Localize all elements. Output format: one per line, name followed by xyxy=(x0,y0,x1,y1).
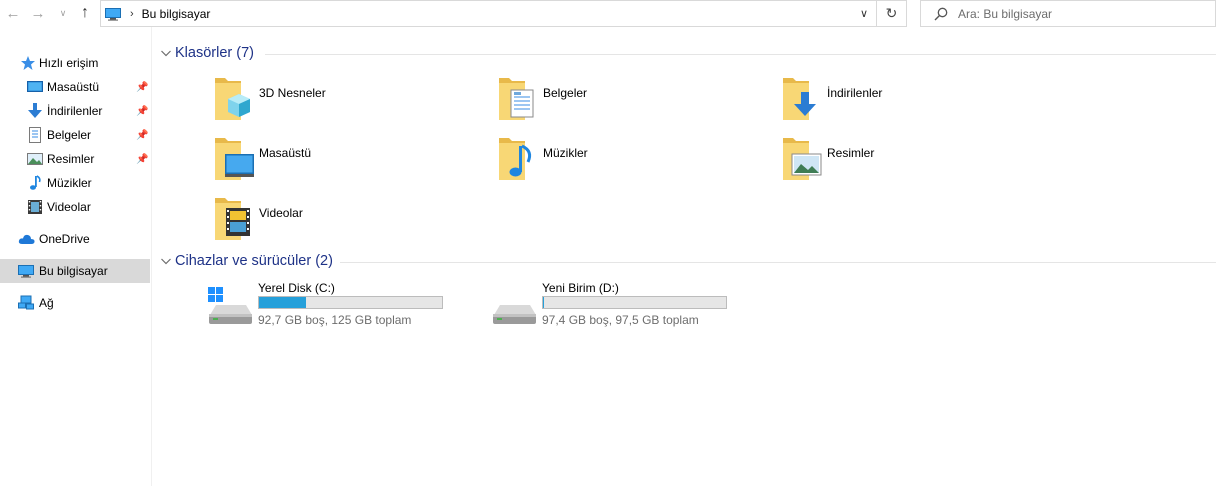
sidebar-item-pictures[interactable]: Resimler 📌 xyxy=(0,147,150,171)
sidebar-item-label: Belgeler xyxy=(47,128,92,142)
folder-label: Masaüstü xyxy=(259,146,312,160)
pictures-folder-icon xyxy=(783,136,823,184)
sidebar-item-label: Resimler xyxy=(47,152,95,166)
drive-usage-bar xyxy=(258,296,443,309)
arrow-up-icon: ↑ xyxy=(81,4,89,21)
drive-usage-bar xyxy=(542,296,727,309)
chevron-down-icon xyxy=(160,255,172,267)
recent-locations-button[interactable]: ∨ xyxy=(56,3,70,23)
sidebar-item-label: Videolar xyxy=(47,200,91,214)
sidebar-item-videos[interactable]: Videolar xyxy=(0,195,150,219)
sidebar-item-label: Hızlı erişim xyxy=(39,56,99,70)
sidebar-item-onedrive[interactable]: OneDrive xyxy=(0,227,150,251)
arrow-left-icon: ← xyxy=(5,4,21,22)
system-drive-icon xyxy=(208,287,254,325)
drive-free-space: 92,7 GB boş, 125 GB toplam xyxy=(258,313,412,327)
pictures-icon xyxy=(27,151,43,167)
drive-name: Yerel Disk (C:) xyxy=(258,281,335,295)
sidebar-item-desktop[interactable]: Masaüstü 📌 xyxy=(0,75,150,99)
chevron-down-icon: ∨ xyxy=(59,7,67,18)
chevron-down-icon xyxy=(160,47,172,59)
computer-icon xyxy=(105,7,121,21)
3d-objects-folder-icon xyxy=(215,76,255,124)
drive-free-space: 97,4 GB boş, 97,5 GB toplam xyxy=(542,313,699,327)
download-icon xyxy=(27,103,43,119)
folder-label: İndirilenler xyxy=(827,86,883,100)
drive-d[interactable]: Yeni Birim (D:) 97,4 GB boş, 97,5 GB top… xyxy=(492,281,752,329)
group-divider xyxy=(340,262,1216,263)
chevron-down-icon: ∨ xyxy=(859,8,869,20)
video-icon xyxy=(27,199,43,215)
folder-downloads[interactable]: İndirilenler xyxy=(783,76,1043,128)
star-icon xyxy=(20,55,36,71)
folder-label: 3D Nesneler xyxy=(259,86,326,100)
forward-button[interactable]: → xyxy=(27,3,49,23)
drive-icon xyxy=(492,287,538,325)
navigation-pane: Hızlı erişim Masaüstü 📌 İndirilenler 📌 B… xyxy=(0,27,152,486)
back-button[interactable]: ← xyxy=(2,3,24,23)
sidebar-item-label: Müzikler xyxy=(47,176,92,190)
cloud-icon xyxy=(18,231,35,247)
sidebar-item-downloads[interactable]: İndirilenler 📌 xyxy=(0,99,150,123)
breadcrumb-chevron-icon[interactable]: › xyxy=(130,8,134,20)
sidebar-item-label: İndirilenler xyxy=(47,104,103,118)
folder-pictures[interactable]: Resimler xyxy=(783,136,1043,188)
folder-documents[interactable]: Belgeler xyxy=(499,76,759,128)
sidebar-item-label: Masaüstü xyxy=(47,80,100,94)
videos-folder-icon xyxy=(215,196,255,244)
arrow-right-icon: → xyxy=(30,4,46,22)
pin-icon[interactable]: 📌 xyxy=(136,106,148,117)
sidebar-item-label: Ağ xyxy=(39,296,54,310)
sidebar-item-network[interactable]: Ağ xyxy=(0,291,150,315)
music-folder-icon xyxy=(499,136,539,184)
folder-3d-objects[interactable]: 3D Nesneler xyxy=(215,76,475,128)
folder-videos[interactable]: Videolar xyxy=(215,196,475,248)
sidebar-item-music[interactable]: Müzikler xyxy=(0,171,150,195)
folder-label: Belgeler xyxy=(543,86,588,100)
breadcrumb-current[interactable]: Bu bilgisayar xyxy=(142,7,211,21)
downloads-folder-icon xyxy=(783,76,823,124)
sidebar-item-label: Bu bilgisayar xyxy=(39,264,108,278)
documents-folder-icon xyxy=(499,76,539,124)
network-icon xyxy=(18,295,34,311)
drive-c[interactable]: Yerel Disk (C:) 92,7 GB boş, 125 GB topl… xyxy=(208,281,468,329)
document-icon xyxy=(27,127,43,143)
devices-group-header[interactable]: Cihazlar ve sürücüler (2) xyxy=(160,252,333,270)
address-dropdown-button[interactable]: ∨ xyxy=(852,1,876,26)
search-box[interactable]: Ara: Bu bilgisayar xyxy=(920,0,1216,27)
group-divider xyxy=(265,54,1216,55)
pin-icon[interactable]: 📌 xyxy=(136,82,148,93)
desktop-folder-icon xyxy=(215,136,255,184)
drive-usage-fill xyxy=(259,297,307,308)
group-title: Klasörler (7) xyxy=(175,45,254,61)
music-icon xyxy=(27,175,43,191)
refresh-button[interactable]: ↻ xyxy=(877,0,907,27)
folder-desktop[interactable]: Masaüstü xyxy=(215,136,475,188)
pin-icon[interactable]: 📌 xyxy=(136,154,148,165)
search-input[interactable]: Ara: Bu bilgisayar xyxy=(958,7,1052,21)
pin-icon[interactable]: 📌 xyxy=(136,130,148,141)
sidebar-item-documents[interactable]: Belgeler 📌 xyxy=(0,123,150,147)
refresh-icon: ↻ xyxy=(885,5,898,21)
folders-group-header[interactable]: Klasörler (7) xyxy=(160,44,254,62)
folder-label: Müzikler xyxy=(543,146,588,160)
folder-label: Resimler xyxy=(827,146,875,160)
sidebar-item-quick-access[interactable]: Hızlı erişim xyxy=(0,51,150,75)
up-button[interactable]: ↑ xyxy=(74,3,96,23)
folder-music[interactable]: Müzikler xyxy=(499,136,759,188)
drive-name: Yeni Birim (D:) xyxy=(542,281,619,295)
desktop-icon xyxy=(27,79,43,95)
sidebar-item-this-pc[interactable]: Bu bilgisayar xyxy=(0,259,150,283)
address-toolbar: ← → ∨ ↑ › Bu bilgisayar ∨ ↻ Ara: Bu bilg… xyxy=(0,0,1216,27)
search-icon xyxy=(934,7,948,21)
computer-icon xyxy=(18,263,34,279)
address-bar[interactable]: › Bu bilgisayar ∨ xyxy=(100,0,877,27)
sidebar-item-label: OneDrive xyxy=(39,232,90,246)
folder-label: Videolar xyxy=(259,206,303,220)
group-title: Cihazlar ve sürücüler (2) xyxy=(175,253,333,269)
